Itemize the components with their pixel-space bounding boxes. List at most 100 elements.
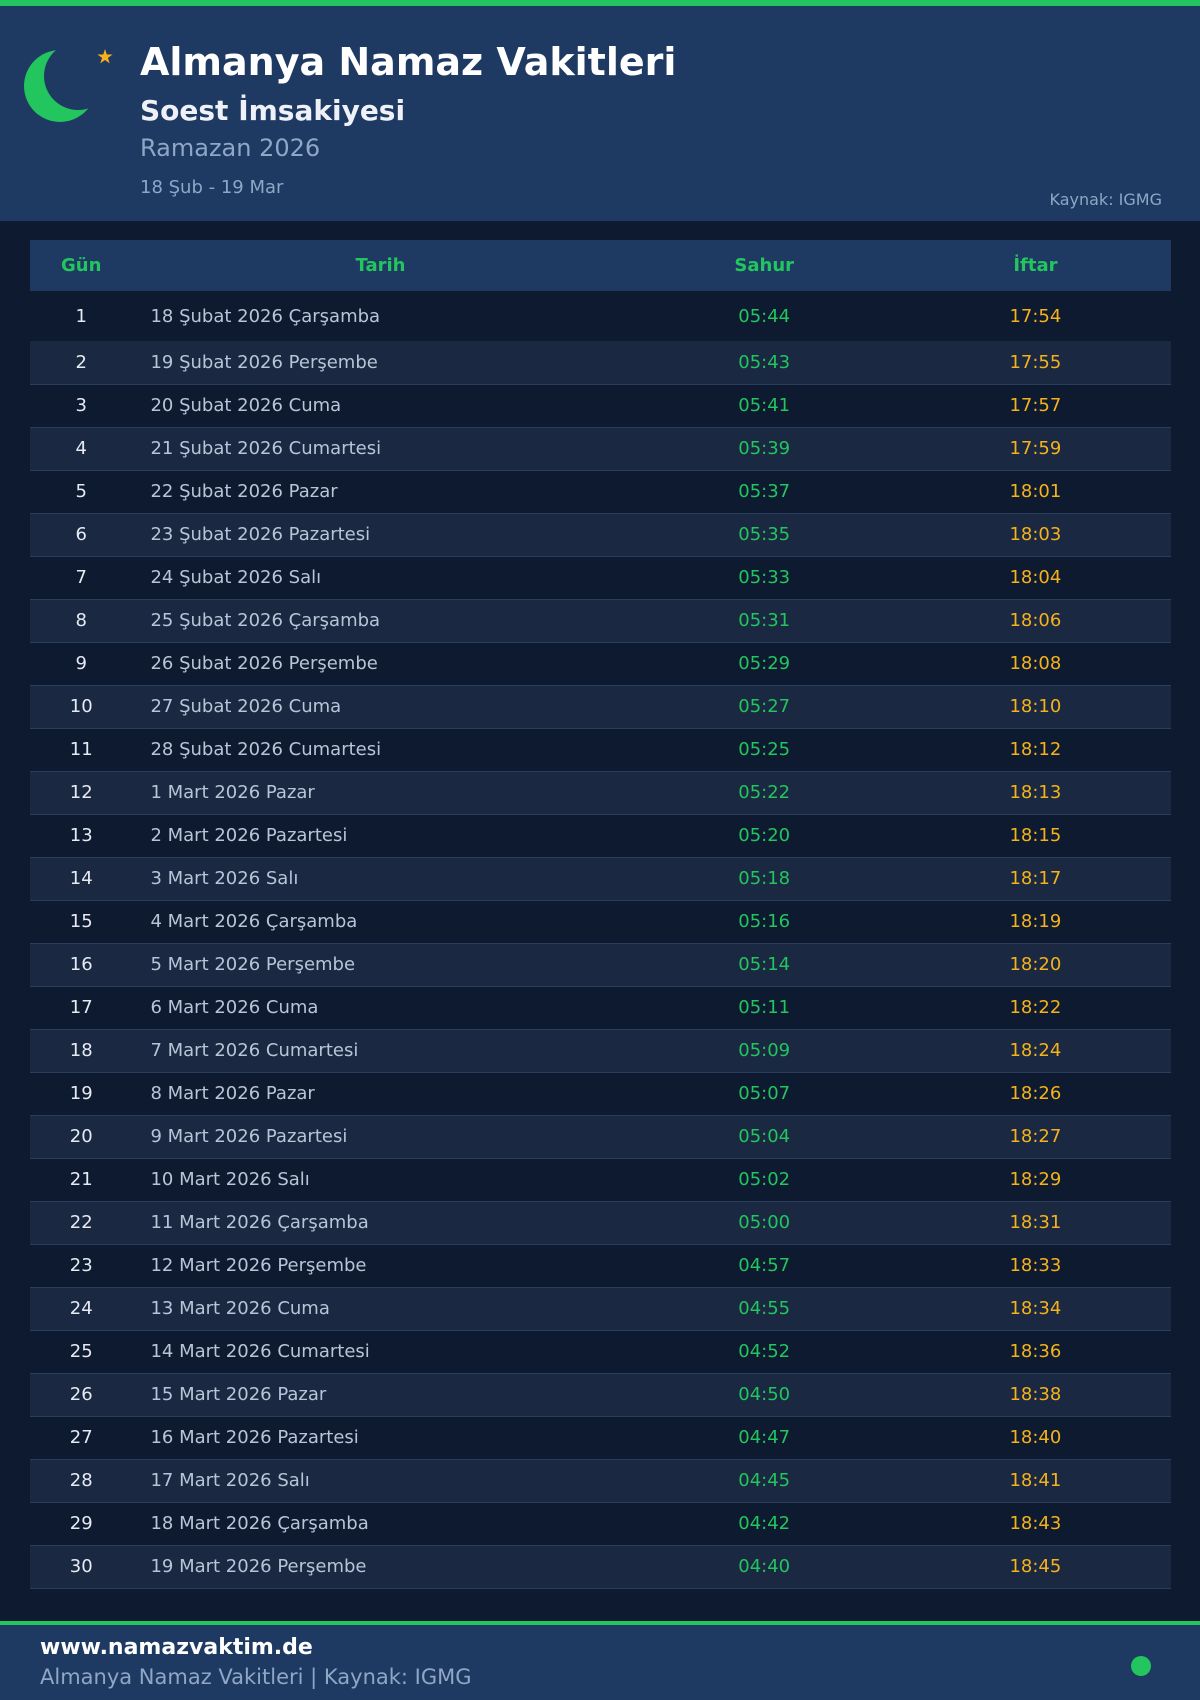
day-cell: 15 [69, 911, 93, 932]
iftar-time-cell: 17:54 [1009, 305, 1062, 327]
day-cell: 16 [69, 954, 93, 975]
day-cell: 2 [75, 351, 87, 373]
date-cell: 13 Mart 2026 Cuma [150, 1298, 330, 1319]
timetable-table: Gün Tarih Sahur İftar 1 18 Şubat 2026 Çar… [30, 240, 1171, 1589]
iftar-time-cell: 18:13 [1009, 782, 1062, 803]
sahur-time-cell: 05:02 [738, 1169, 791, 1190]
header: Almanya Namaz Vakitleri Soest İmsakiyesi… [0, 6, 1200, 221]
iftar-time-cell: 18:41 [1009, 1470, 1062, 1491]
table-row: 18 7 Mart 2026 Cumartesi 05:09 18:24 [30, 1029, 1171, 1072]
day-cell: 6 [75, 524, 87, 545]
table-row: 29 18 Mart 2026 Çarşamba 04:42 18:43 [30, 1502, 1171, 1545]
table-row: 11 28 Şubat 2026 Cumartesi 05:25 18:12 [30, 728, 1171, 771]
footer: www.namazvaktim.de Almanya Namaz Vakitle… [0, 1621, 1200, 1700]
date-cell: 10 Mart 2026 Salı [150, 1169, 310, 1190]
sahur-time-cell: 04:55 [738, 1298, 791, 1319]
table-row: 24 13 Mart 2026 Cuma 04:55 18:34 [30, 1287, 1171, 1330]
day-cell: 11 [69, 739, 93, 760]
day-cell: 23 [69, 1255, 93, 1276]
iftar-time-cell: 18:15 [1009, 825, 1062, 846]
iftar-time-cell: 18:36 [1009, 1341, 1062, 1362]
iftar-time-cell: 18:29 [1009, 1169, 1062, 1190]
table-row: 23 12 Mart 2026 Perşembe 04:57 18:33 [30, 1244, 1171, 1287]
table-row: 7 24 Şubat 2026 Salı 05:33 18:04 [30, 556, 1171, 599]
day-cell: 9 [75, 653, 87, 674]
table-row: 25 14 Mart 2026 Cumartesi 04:52 18:36 [30, 1330, 1171, 1373]
date-cell: 9 Mart 2026 Pazartesi [150, 1126, 348, 1147]
date-cell: 26 Şubat 2026 Perşembe [150, 653, 378, 674]
timetable: Gün Tarih Sahur İftar 1 18 Şubat 2026 Çar… [30, 240, 1171, 1589]
day-cell: 28 [69, 1470, 93, 1491]
date-cell: 21 Şubat 2026 Cumartesi [150, 438, 382, 459]
source-label: Kaynak: IGMG [1049, 190, 1163, 209]
sahur-time-cell: 05:35 [738, 524, 791, 545]
date-cell: 28 Şubat 2026 Cumartesi [150, 739, 382, 760]
day-cell: 25 [69, 1341, 93, 1362]
sahur-time-cell: 05:33 [738, 567, 791, 588]
date-cell: 25 Şubat 2026 Çarşamba [150, 610, 381, 631]
sahur-time-cell: 05:27 [738, 696, 791, 717]
table-body: 1 18 Şubat 2026 Çarşamba 05:44 17:54 2 19 Şub… [30, 291, 1171, 1588]
column-header-sahur: Sahur [734, 255, 795, 276]
iftar-time-cell: 17:57 [1009, 395, 1062, 416]
crescent-moon-star-icon [24, 49, 113, 122]
sahur-time-cell: 04:40 [738, 1556, 791, 1577]
table-row: 4 21 Şubat 2026 Cumartesi 05:39 17:59 [30, 427, 1171, 470]
sahur-time-cell: 05:16 [738, 911, 791, 932]
sahur-time-cell: 05:14 [738, 954, 791, 975]
sahur-time-cell: 05:39 [738, 438, 791, 459]
date-cell: 23 Şubat 2026 Pazartesi [150, 524, 371, 545]
table-row: 27 16 Mart 2026 Pazartesi 04:47 18:40 [30, 1416, 1171, 1459]
table-row: 19 8 Mart 2026 Pazar 05:07 18:26 [30, 1072, 1171, 1115]
iftar-time-cell: 17:55 [1009, 351, 1062, 373]
iftar-time-cell: 18:03 [1009, 524, 1062, 545]
sahur-time-cell: 05:22 [738, 782, 791, 803]
day-cell: 1 [75, 305, 87, 327]
sahur-time-cell: 04:52 [738, 1341, 791, 1362]
day-cell: 13 [69, 825, 93, 846]
table-row: 12 1 Mart 2026 Pazar 05:22 18:13 [30, 771, 1171, 814]
iftar-time-cell: 18:06 [1009, 610, 1062, 631]
city-subtitle: Soest İmsakiyesi [140, 94, 406, 127]
sahur-time-cell: 04:57 [738, 1255, 791, 1276]
sahur-time-cell: 05:31 [738, 610, 791, 631]
table-row: 5 22 Şubat 2026 Pazar 05:37 18:01 [30, 470, 1171, 513]
footer-note: Almanya Namaz Vakitleri | Kaynak: IGMG [40, 1665, 472, 1689]
table-row: 26 15 Mart 2026 Pazar 04:50 18:38 [30, 1373, 1171, 1416]
day-cell: 14 [69, 868, 93, 889]
date-cell: 18 Mart 2026 Çarşamba [150, 1513, 369, 1534]
iftar-time-cell: 18:19 [1009, 911, 1062, 932]
iftar-time-cell: 18:45 [1009, 1556, 1062, 1577]
date-cell: 19 Mart 2026 Perşembe [150, 1556, 367, 1577]
iftar-time-cell: 18:17 [1009, 868, 1062, 889]
day-cell: 3 [75, 395, 87, 416]
day-cell: 24 [69, 1298, 93, 1319]
day-cell: 19 [69, 1083, 93, 1104]
column-header-date: Tarih [355, 255, 406, 276]
table-row: 10 27 Şubat 2026 Cuma 05:27 18:10 [30, 685, 1171, 728]
table-row: 2 19 Şubat 2026 Perşembe 05:43 17:55 [30, 341, 1171, 384]
sahur-time-cell: 05:41 [738, 395, 791, 416]
date-cell: 20 Şubat 2026 Cuma [150, 395, 342, 416]
iftar-time-cell: 18:31 [1009, 1212, 1062, 1233]
day-cell: 20 [69, 1126, 93, 1147]
iftar-time-cell: 18:12 [1009, 739, 1062, 760]
iftar-time-cell: 18:27 [1009, 1126, 1062, 1147]
date-cell: 8 Mart 2026 Pazar [150, 1083, 315, 1104]
sahur-time-cell: 04:45 [738, 1470, 791, 1491]
iftar-time-cell: 18:38 [1009, 1384, 1062, 1405]
sahur-time-cell: 05:00 [738, 1212, 791, 1233]
day-cell: 21 [69, 1169, 93, 1190]
table-row: 3 20 Şubat 2026 Cuma 05:41 17:57 [30, 384, 1171, 427]
table-row: 17 6 Mart 2026 Cuma 05:11 18:22 [30, 986, 1171, 1029]
date-cell: 11 Mart 2026 Çarşamba [150, 1212, 369, 1233]
table-row: 13 2 Mart 2026 Pazartesi 05:20 18:15 [30, 814, 1171, 857]
iftar-time-cell: 18:08 [1009, 653, 1062, 674]
date-cell: 12 Mart 2026 Perşembe [150, 1255, 367, 1276]
day-cell: 10 [69, 696, 93, 717]
table-row: 22 11 Mart 2026 Çarşamba 05:00 18:31 [30, 1201, 1171, 1244]
footer-website[interactable]: www.namazvaktim.de [40, 1635, 313, 1660]
date-cell: 7 Mart 2026 Cumartesi [150, 1040, 359, 1061]
iftar-time-cell: 18:40 [1009, 1427, 1062, 1448]
iftar-time-cell: 18:33 [1009, 1255, 1062, 1276]
